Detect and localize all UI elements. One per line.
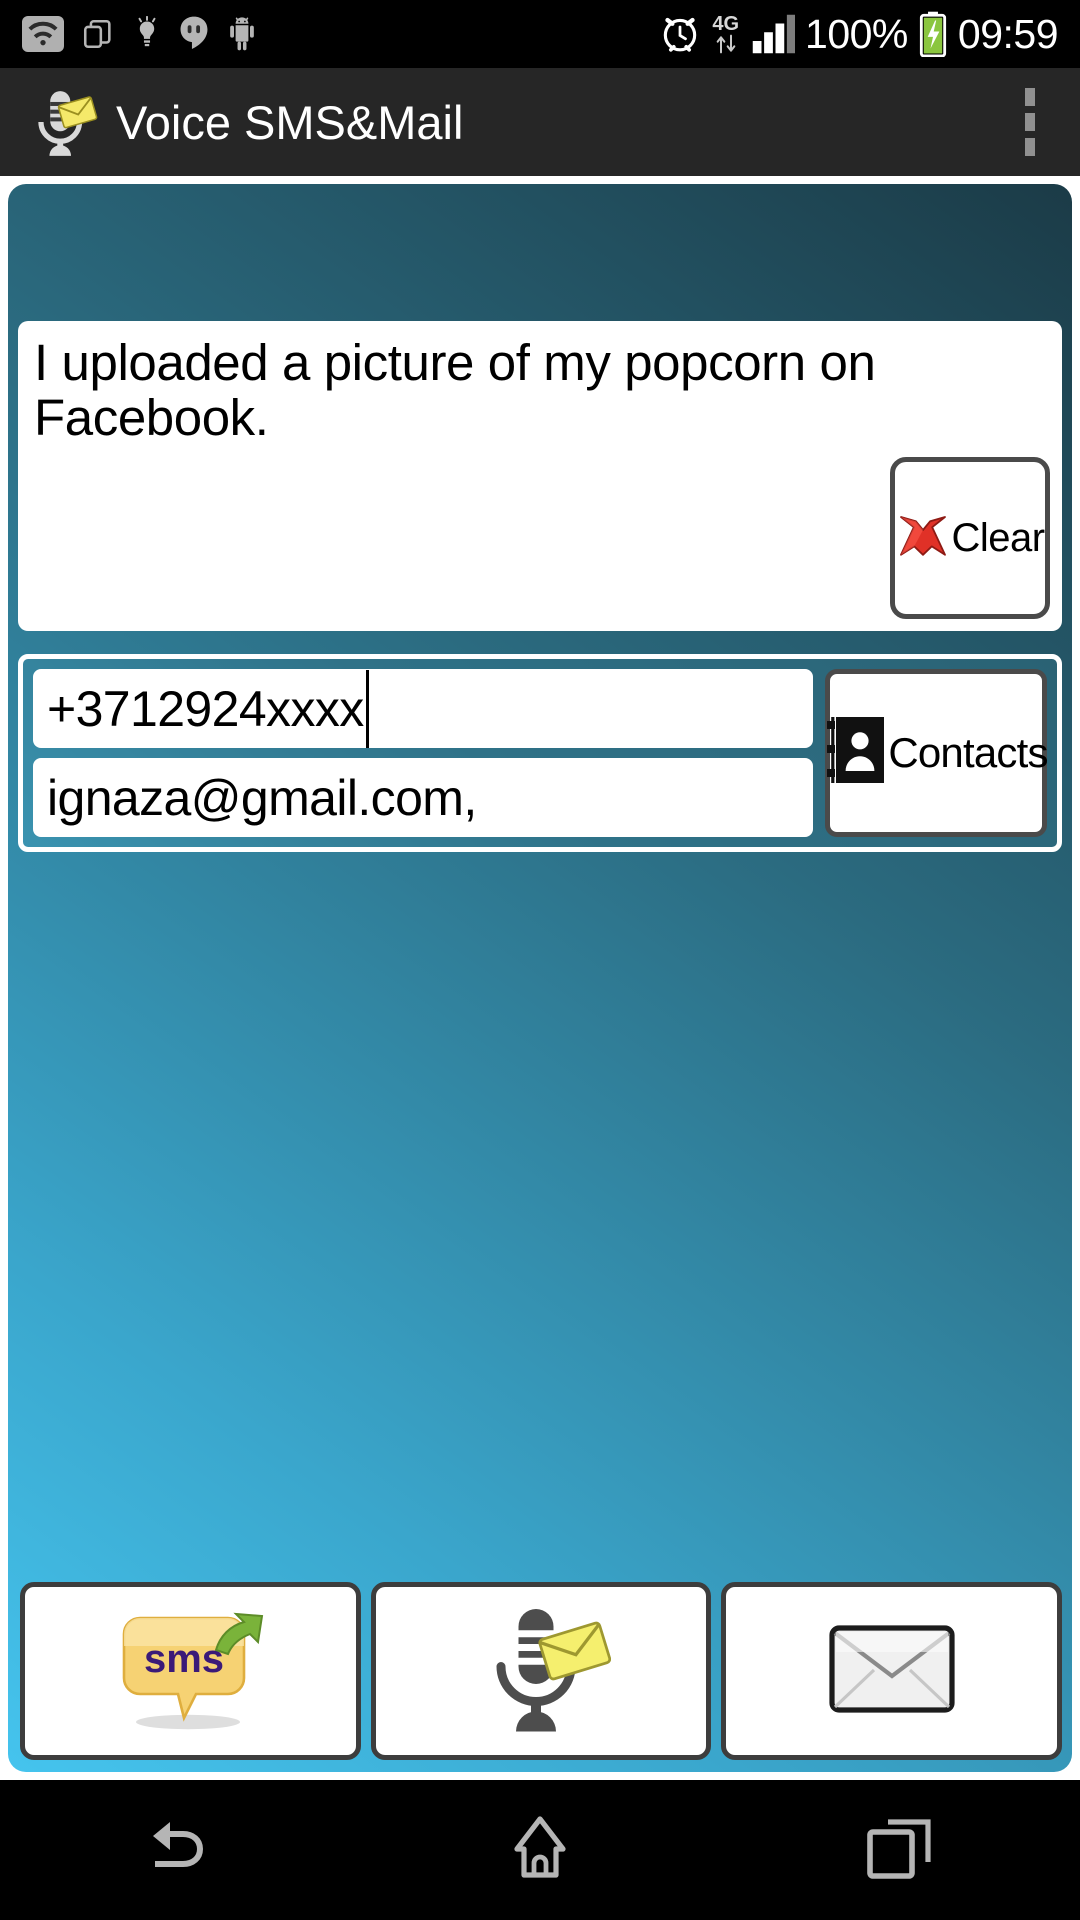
- lightbulb-icon: [132, 16, 162, 52]
- contacts-button[interactable]: Contacts: [824, 669, 1048, 837]
- nav-back-button[interactable]: [90, 1795, 270, 1905]
- recipient-fields: +3712924xxxx ignaza@gmail.com,: [33, 669, 813, 837]
- red-x-icon: [895, 510, 951, 567]
- content-panel: I uploaded a picture of my popcorn on Fa…: [8, 184, 1072, 1772]
- text-caret: [365, 669, 369, 748]
- sms-bubble-icon: sms: [108, 1606, 272, 1737]
- send-email-button[interactable]: [721, 1582, 1063, 1760]
- message-text[interactable]: I uploaded a picture of my popcorn on Fa…: [34, 335, 1046, 445]
- clear-button[interactable]: Clear: [890, 457, 1050, 619]
- contacts-button-label: Contacts: [888, 729, 1048, 776]
- clear-button-label: Clear: [951, 515, 1045, 560]
- wifi-icon: [22, 16, 64, 52]
- signal-bars-icon: [749, 13, 796, 55]
- envelope-icon: [828, 1624, 956, 1719]
- nav-recents-button[interactable]: [810, 1795, 990, 1905]
- voice-mail-app-icon: [24, 85, 98, 159]
- phone-number-value[interactable]: +3712924xxxx: [47, 680, 364, 738]
- status-bar: 4G 100% 09:59: [0, 0, 1080, 68]
- recipients-block: +3712924xxxx ignaza@gmail.com, Contacts: [18, 654, 1062, 852]
- navigation-bar: [0, 1780, 1080, 1920]
- address-book-icon: [824, 714, 886, 793]
- back-arrow-icon: [141, 1813, 219, 1888]
- email-address-input[interactable]: ignaza@gmail.com,: [33, 758, 813, 837]
- clock-label: 09:59: [957, 10, 1059, 57]
- app-bar: Voice SMS&Mail: [0, 68, 1080, 176]
- hangouts-icon: [178, 15, 210, 53]
- phone-screen: 4G 100% 09:59 Voice SMS&Mail I uploaded …: [0, 0, 1080, 1920]
- battery-charging-icon: [918, 11, 948, 57]
- overflow-menu-icon[interactable]: [1004, 84, 1056, 160]
- record-voice-button[interactable]: [370, 1582, 712, 1760]
- microphone-envelope-icon: [471, 1601, 612, 1742]
- action-bar: sms: [20, 1582, 1063, 1760]
- nav-home-button[interactable]: [450, 1795, 630, 1905]
- network-type-indicator: 4G: [712, 14, 739, 54]
- message-input-box[interactable]: I uploaded a picture of my popcorn on Fa…: [18, 321, 1062, 631]
- status-bar-left-icons: [22, 15, 258, 53]
- network-type-label: 4G: [712, 13, 740, 35]
- home-icon: [503, 1811, 577, 1890]
- status-bar-right-icons: 4G 100% 09:59: [658, 10, 1059, 57]
- recent-apps-icon: [862, 1814, 938, 1887]
- email-address-value[interactable]: ignaza@gmail.com,: [47, 769, 477, 827]
- android-icon: [226, 16, 258, 52]
- content-area: I uploaded a picture of my popcorn on Fa…: [0, 176, 1080, 1780]
- send-sms-button[interactable]: sms: [20, 1582, 361, 1760]
- alarm-clock-icon: [658, 12, 702, 56]
- data-transfer-arrows-icon: [716, 34, 736, 54]
- phone-number-input[interactable]: +3712924xxxx: [33, 669, 813, 748]
- battery-percent-label: 100%: [805, 10, 908, 57]
- svg-text:sms: sms: [144, 1637, 224, 1681]
- app-title: Voice SMS&Mail: [116, 95, 464, 149]
- screen-mirroring-icon: [80, 17, 116, 51]
